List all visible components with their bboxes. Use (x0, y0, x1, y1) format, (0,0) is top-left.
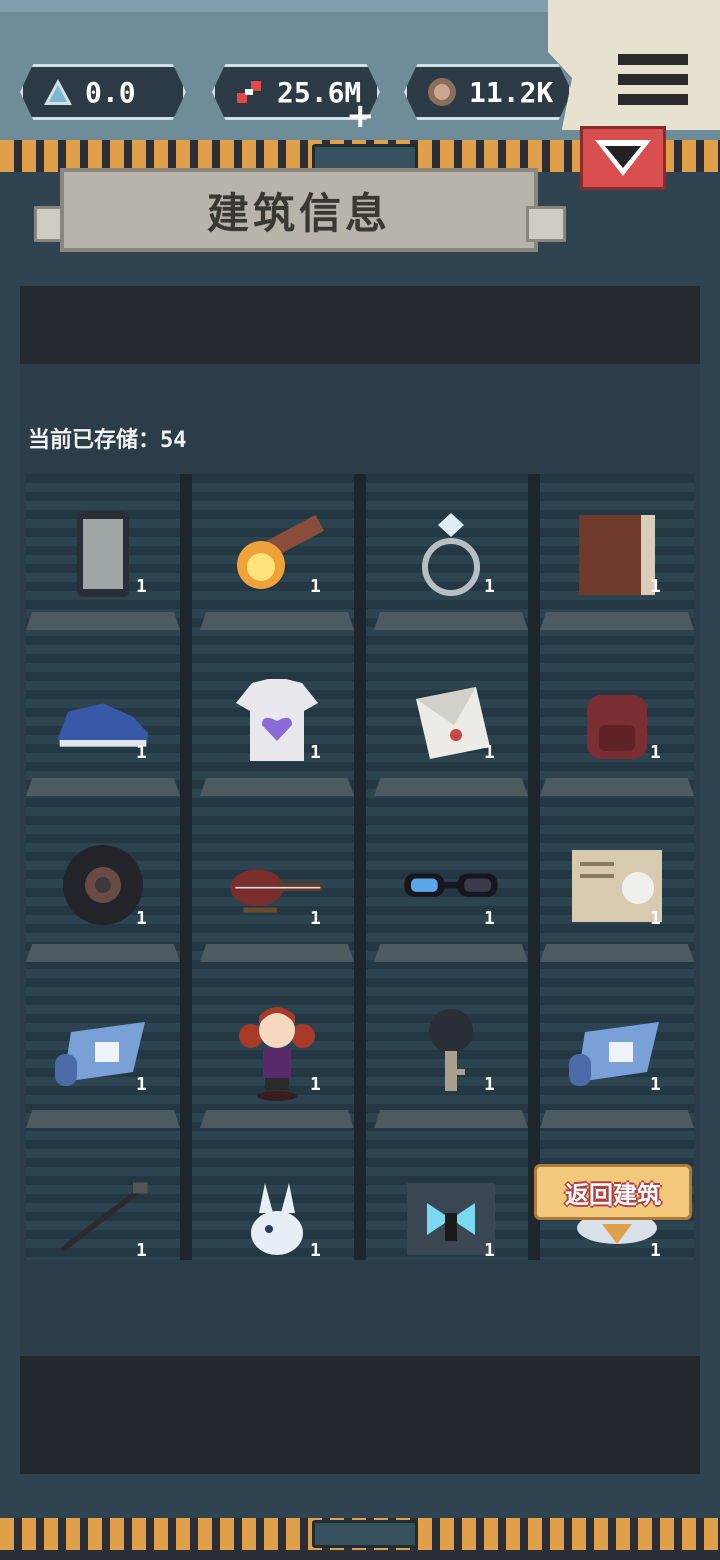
shelf (374, 944, 528, 962)
item-slot[interactable]: 1 (374, 806, 528, 974)
shelf (26, 1110, 180, 1128)
menu-button[interactable] (548, 0, 720, 130)
shelf (26, 778, 180, 796)
grid-divider (354, 474, 366, 1260)
item-count: 1 (650, 908, 661, 929)
item-count: 1 (136, 1240, 147, 1260)
item-slot[interactable]: 1 (374, 640, 528, 808)
item-count: 1 (650, 576, 661, 597)
coin-icon (425, 75, 459, 109)
grid-divider (528, 474, 540, 1260)
title-tab-right (526, 206, 566, 242)
resource-value: 11.2K (469, 75, 554, 109)
title-plate: 建筑信息 (60, 168, 538, 252)
resource-value: 0.0 (85, 75, 136, 109)
shelf (374, 1110, 528, 1128)
bottom-panel (20, 1356, 700, 1474)
item-slot[interactable]: 1 (26, 1138, 180, 1260)
item-count: 1 (136, 1074, 147, 1095)
item-slot[interactable]: 1 (26, 474, 180, 642)
item-count: 1 (484, 742, 495, 763)
item-count: 1 (650, 742, 661, 763)
shelf (540, 778, 694, 796)
item-slot[interactable]: 1 (200, 972, 354, 1140)
shelf (26, 612, 180, 630)
item-count: 1 (136, 908, 147, 929)
item-count: 1 (484, 908, 495, 929)
dna-icon (233, 75, 267, 109)
item-count: 1 (484, 576, 495, 597)
menu-icon-bar (618, 94, 688, 105)
item-slot[interactable]: 1 (200, 1138, 354, 1260)
resource-coin[interactable]: 11.2K (404, 64, 572, 120)
grid-divider (180, 474, 192, 1260)
collapse-button[interactable] (580, 126, 666, 190)
item-count: 1 (650, 1240, 661, 1260)
shelf (200, 778, 354, 796)
shelf (540, 1110, 694, 1128)
item-slot[interactable]: 1 (200, 474, 354, 642)
shelf (540, 612, 694, 630)
item-count: 1 (650, 1074, 661, 1095)
shelf (200, 612, 354, 630)
item-count: 1 (484, 1240, 495, 1260)
menu-icon-bar (618, 74, 688, 85)
shelf (540, 944, 694, 962)
resource-triangle[interactable]: 0.0 (20, 64, 186, 120)
add-resource-button[interactable]: + (346, 96, 375, 136)
shelf (200, 944, 354, 962)
shelf (200, 1110, 354, 1128)
shelf (374, 778, 528, 796)
item-slot[interactable]: 1 (540, 640, 694, 808)
item-slot[interactable]: 1 (540, 474, 694, 642)
page-title: 建筑信息 (206, 188, 391, 238)
item-slot[interactable]: 1 (374, 1138, 528, 1260)
storage-count: 当前已存储：54 (28, 422, 187, 454)
list-header (20, 286, 700, 364)
item-slot[interactable]: 1 (540, 806, 694, 974)
storage-label: 当前已存储： (28, 428, 161, 453)
return-label: 返回建筑 (565, 1180, 661, 1209)
item-grid: 1 1 1 1 1 1 1 1 1 1 1 1 1 1 1 1 1 1 1 1 (26, 474, 694, 1260)
item-count: 1 (310, 1240, 321, 1260)
item-count: 1 (484, 1074, 495, 1095)
item-slot[interactable]: 1 (200, 806, 354, 974)
item-slot[interactable]: 1 (26, 806, 180, 974)
item-slot[interactable]: 1 (540, 972, 694, 1140)
shelf (374, 612, 528, 630)
shelf (26, 944, 180, 962)
item-count: 1 (310, 742, 321, 763)
storage-number: 54 (160, 428, 187, 453)
triangle-icon (41, 75, 75, 109)
item-count: 1 (310, 1074, 321, 1095)
item-count: 1 (136, 742, 147, 763)
item-slot[interactable]: 1 (26, 640, 180, 808)
chevron-down-icon (595, 140, 651, 176)
item-slot[interactable]: 1 (374, 474, 528, 642)
item-count: 1 (310, 908, 321, 929)
item-count: 1 (310, 576, 321, 597)
stripe-cap (312, 1520, 418, 1548)
item-slot[interactable]: 1 (200, 640, 354, 808)
menu-icon (618, 54, 688, 65)
return-building-button[interactable]: 返回建筑 (534, 1164, 692, 1220)
item-slot[interactable]: 1 (26, 972, 180, 1140)
item-count: 1 (136, 576, 147, 597)
item-slot[interactable]: 1 (374, 972, 528, 1140)
